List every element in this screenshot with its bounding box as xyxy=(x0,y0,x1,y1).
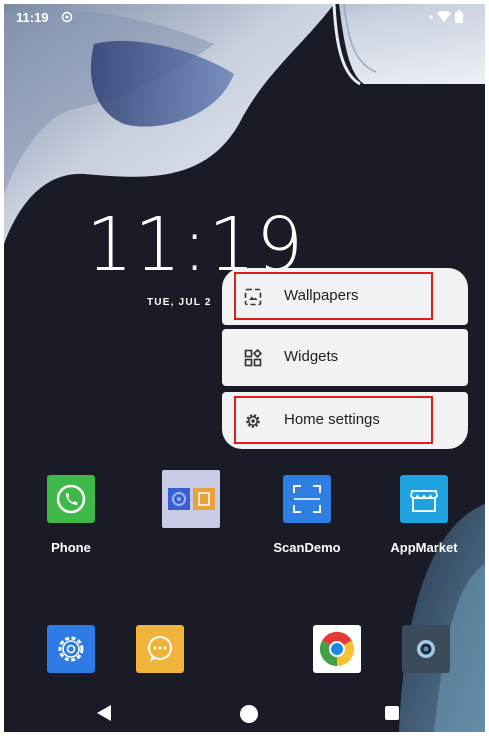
app-label-phone: Phone xyxy=(51,540,91,555)
wifi-icon xyxy=(437,11,451,22)
battery-icon xyxy=(455,10,463,23)
app-appmarket[interactable] xyxy=(400,475,448,523)
recents-icon[interactable] xyxy=(385,706,399,720)
app-phone[interactable] xyxy=(47,475,95,523)
dock-settings[interactable] xyxy=(47,625,95,673)
menu-item-label: Widgets xyxy=(284,348,339,365)
store-icon xyxy=(410,490,438,512)
menu-item-label: Wallpapers xyxy=(284,287,359,304)
menu-item-label: Home settings xyxy=(284,411,380,428)
sync-status-icon xyxy=(61,11,73,23)
app-label-scandemo: ScanDemo xyxy=(273,540,341,555)
phone-icon xyxy=(56,484,86,514)
scan-icon xyxy=(293,485,321,513)
signal-dot-icon xyxy=(429,14,433,19)
widgets-icon xyxy=(244,349,262,367)
status-bar: 11:19 xyxy=(4,4,485,30)
status-time: 11:19 xyxy=(16,10,49,25)
gear-icon xyxy=(246,414,260,428)
back-icon[interactable] xyxy=(96,704,112,722)
date-label[interactable]: TUE, JUL 2 xyxy=(147,297,212,308)
camera-icon xyxy=(417,640,435,658)
chrome-icon xyxy=(319,631,355,667)
menu-item-widgets[interactable]: Widgets xyxy=(222,329,468,386)
app-scandemo[interactable] xyxy=(283,475,331,523)
app-label-appmarket: AppMarket xyxy=(390,540,458,555)
dock-messaging[interactable] xyxy=(136,625,184,673)
settings-app-icon xyxy=(58,636,84,662)
dock-camera[interactable] xyxy=(402,625,450,673)
menu-item-home-settings[interactable]: Home settings xyxy=(222,392,468,449)
menu-item-wallpapers[interactable]: Wallpapers xyxy=(222,268,468,325)
home-screen[interactable]: 11:19 11:19 TUE, JUL 2 Wallpapers Widget… xyxy=(4,4,485,732)
app-folder[interactable] xyxy=(162,470,220,528)
wallpaper-icon xyxy=(244,288,262,306)
dock-chrome[interactable] xyxy=(313,625,361,673)
folder-icon xyxy=(168,488,215,510)
messaging-icon xyxy=(148,636,172,662)
home-icon[interactable] xyxy=(240,705,258,723)
